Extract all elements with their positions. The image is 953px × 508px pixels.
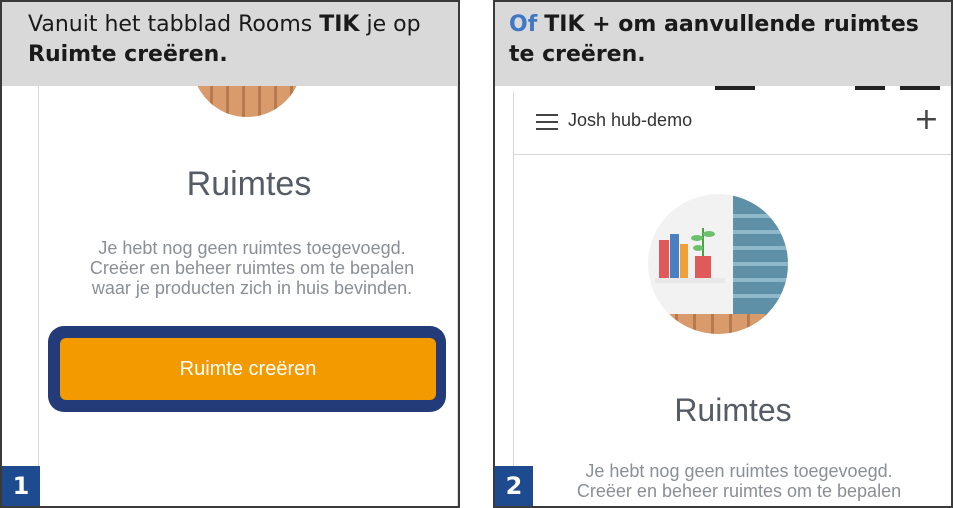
step-panel-2: Of TIK + om aanvullende ruimtes te creër… [493, 0, 953, 508]
caption-bold: TIK + om aanvullende ruimtes te creëren. [509, 12, 919, 67]
step-panel-1: Vanuit het tabblad Rooms TIK je op Ruimt… [0, 0, 460, 508]
phone-edge [38, 86, 39, 506]
description-line: Creëer en beheer ruimtes om te bepalen [89, 258, 415, 278]
rooms-illustration [648, 194, 788, 334]
plus-icon[interactable]: + [914, 100, 939, 140]
empty-state-description: Je hebt nog geen ruimtes toegevoegd. Cre… [52, 238, 452, 298]
caption-bold: TIK [319, 12, 360, 37]
caption-text: je op [359, 12, 421, 37]
hub-name: Josh hub-demo [568, 110, 693, 130]
page-title: Ruimtes [186, 165, 312, 203]
caption-text: Vanuit het tabblad Rooms [28, 12, 320, 37]
description-line: waar je producten zich in huis bevinden. [91, 278, 413, 298]
app-header: Josh hub-demo + [513, 92, 951, 155]
phone-edge [457, 86, 458, 506]
step-number-badge: 1 [2, 466, 40, 506]
description-line: Je hebt nog geen ruimtes toegevoegd. [585, 461, 893, 481]
caption-accent: Of [509, 12, 538, 37]
page-title: Ruimtes [674, 392, 792, 428]
description-line: Je hebt nog geen ruimtes toegevoegd. [98, 238, 406, 258]
hamburger-menu-icon[interactable] [536, 114, 558, 130]
description-line: Creëer en beheer ruimtes om te bepalen [576, 481, 902, 501]
step-number-badge: 2 [495, 466, 533, 506]
empty-state-description: Je hebt nog geen ruimtes toegevoegd. Cre… [519, 461, 951, 501]
instruction-caption: Vanuit het tabblad Rooms TIK je op Ruimt… [2, 2, 458, 86]
create-room-button[interactable]: Ruimte creëren [60, 338, 436, 400]
caption-bold: Ruimte creëren. [28, 42, 228, 67]
instruction-caption: Of TIK + om aanvullende ruimtes te creër… [495, 2, 951, 86]
